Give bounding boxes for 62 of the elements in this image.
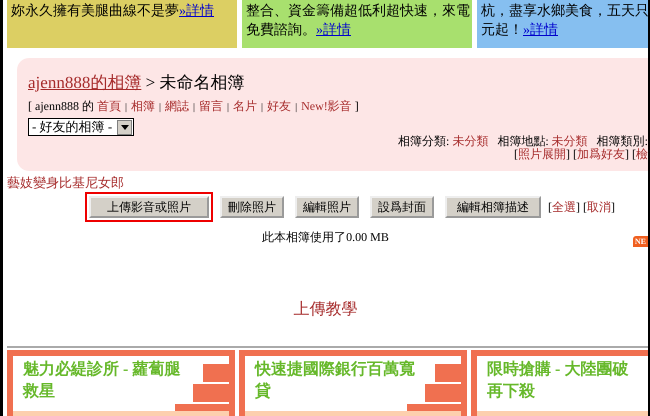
new-badge: NE — [632, 236, 648, 247]
nav-prefix: [ ajenn888 的 — [28, 99, 95, 113]
nav-divider: | — [226, 102, 230, 113]
meta-label: 相簿類別: — [596, 134, 648, 148]
bracket: [ — [548, 200, 552, 214]
select-link[interactable]: 取消 — [587, 200, 611, 214]
toolbar-button[interactable]: 編輯照片 — [295, 196, 359, 218]
nav-link[interactable]: 網誌 — [165, 99, 190, 113]
action-link[interactable]: 加爲好友 — [577, 147, 625, 161]
meta-label: 相簿分類: — [398, 134, 450, 148]
bracket: ] — [566, 147, 570, 161]
nav-link[interactable]: 好友 — [267, 99, 292, 113]
ad-headline: 魅力必緹診所 - 蘿蔔腿 — [23, 359, 180, 380]
meta-label: 相簿地點: — [497, 134, 550, 148]
bracket: ] — [625, 147, 629, 161]
ad-text: 妳永久擁有美腿曲線不是夢 — [11, 4, 179, 19]
dropdown-value: - 好友的相簿 - — [32, 118, 112, 136]
nav-divider: | — [124, 102, 128, 113]
action-link[interactable]: 照片展開 — [518, 147, 566, 161]
photo-title: 藝妓變身比基尼女郎 — [7, 175, 125, 191]
tutorial-link[interactable]: 上傳教學 — [294, 301, 358, 318]
toolbar-button[interactable]: 刪除照片 — [220, 196, 284, 218]
ad-headline: 救星 — [23, 382, 56, 402]
ad-headline: 貸 — [255, 381, 272, 402]
meta-value[interactable]: 未分類 — [552, 134, 588, 148]
album-owner-link[interactable]: ajenn888的相簿 — [28, 73, 142, 92]
bracket: [ — [583, 200, 587, 214]
details-link[interactable]: »詳情 — [523, 23, 558, 38]
nav-link[interactable]: 首頁 — [96, 99, 121, 113]
toolbar-button[interactable]: 設爲封面 — [370, 196, 434, 218]
nav-divider: | — [260, 102, 264, 113]
nav-link[interactable]: 留言 — [199, 99, 224, 113]
meta-value[interactable]: 未分類 — [452, 134, 488, 148]
bracket: ] — [576, 200, 580, 214]
bracket: [ — [632, 147, 636, 161]
bracket: [ — [514, 147, 518, 161]
ad-text: 杭，盡享水鄉美食，五天只 — [481, 4, 648, 19]
nav-link[interactable]: 相簿 — [131, 99, 155, 113]
nav-divider: | — [294, 102, 298, 113]
nav-link[interactable]: 名片 — [233, 99, 258, 113]
breadcrumb-separator: > — [144, 73, 156, 92]
ad-headline: 再下殺 — [487, 382, 536, 402]
ad-headline: 快速捷國際銀行百萬寬 — [255, 359, 415, 380]
bracket: [ — [573, 147, 577, 161]
nav-divider: | — [192, 102, 196, 113]
ad-text: 元起！ — [481, 23, 523, 38]
toolbar-button[interactable]: 編輯相簿描述 — [445, 196, 541, 218]
nav-link[interactable]: New!影音 — [301, 99, 352, 113]
details-link[interactable]: »詳情 — [316, 23, 351, 38]
toolbar-button[interactable]: 上傳影音或照片 — [89, 196, 209, 218]
details-link[interactable]: »詳情 — [179, 4, 214, 19]
nav-divider: | — [158, 102, 162, 113]
album-title: 未命名相簿 — [159, 73, 244, 92]
ad-headline: 限時搶購 - 大陸團破 — [487, 360, 628, 380]
ad-text: 整合、資金籌備超低利超快速，來電 — [246, 4, 470, 19]
bracket: ] — [611, 200, 615, 214]
nav-suffix: ] — [354, 99, 359, 113]
usage-text: 此本相簿使用了0.00 MB — [262, 230, 389, 244]
album-dropdown[interactable]: - 好友的相簿 - — [28, 118, 134, 136]
ad-text: 免費諮詢。 — [246, 23, 316, 38]
select-link[interactable]: 全選 — [552, 200, 576, 214]
action-link[interactable]: 檢 — [636, 147, 648, 161]
